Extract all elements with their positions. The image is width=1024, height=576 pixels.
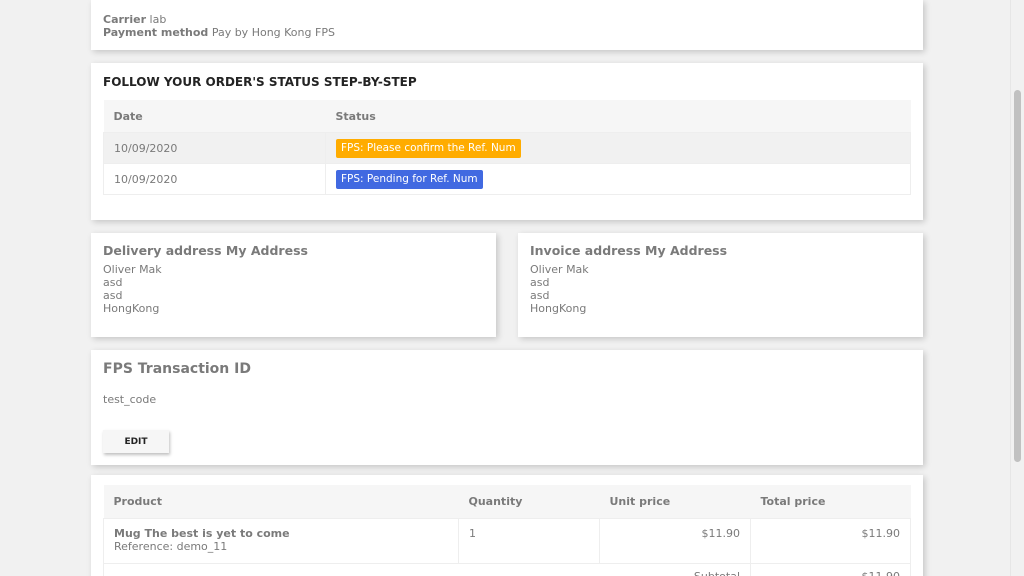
status-date: 10/09/2020 bbox=[103, 163, 326, 195]
fps-transaction-code: test_code bbox=[103, 393, 157, 406]
status-column-header: Status bbox=[325, 100, 911, 133]
order-status-title: FOLLOW YOUR ORDER'S STATUS STEP-BY-STEP bbox=[103, 75, 417, 89]
quantity-column-header: Quantity bbox=[458, 485, 600, 519]
address-line: asd bbox=[530, 276, 550, 289]
order-status-table: Date Status 10/09/2020 FPS: Please confi… bbox=[103, 100, 911, 195]
invoice-address-lines: Oliver Mak asd asd HongKong bbox=[530, 263, 589, 315]
table-row: Mug The best is yet to come Reference: d… bbox=[103, 518, 911, 564]
carrier-label: Carrier bbox=[103, 13, 147, 26]
order-status-card: FOLLOW YOUR ORDER'S STATUS STEP-BY-STEP … bbox=[91, 63, 923, 220]
total-price-cell: $11.90 bbox=[750, 518, 911, 564]
invoice-address-card: Invoice address My Address Oliver Mak as… bbox=[518, 233, 923, 337]
delivery-address-lines: Oliver Mak asd asd HongKong bbox=[103, 263, 162, 315]
status-cell: FPS: Pending for Ref. Num bbox=[325, 163, 911, 195]
address-line: asd bbox=[103, 276, 123, 289]
address-line: asd bbox=[103, 289, 123, 302]
page-scrollbar[interactable] bbox=[1010, 0, 1024, 576]
address-line: HongKong bbox=[103, 302, 160, 315]
status-cell: FPS: Please confirm the Ref. Num bbox=[325, 132, 911, 164]
delivery-address-title: Delivery address My Address bbox=[103, 243, 308, 258]
address-line: asd bbox=[530, 289, 550, 302]
quantity-cell: 1 bbox=[458, 518, 600, 564]
status-badge: FPS: Pending for Ref. Num bbox=[336, 169, 483, 189]
product-reference: Reference: demo_11 bbox=[114, 540, 228, 553]
table-header-row: Date Status bbox=[103, 100, 911, 133]
carrier-value: lab bbox=[149, 13, 167, 26]
subtotal-label: Subtotal bbox=[103, 563, 751, 576]
scrollbar-thumb[interactable] bbox=[1014, 90, 1021, 462]
table-row: 10/09/2020 FPS: Pending for Ref. Num bbox=[103, 163, 911, 195]
order-products-card: Product Quantity Unit price Total price … bbox=[91, 475, 923, 576]
products-table: Product Quantity Unit price Total price … bbox=[103, 485, 911, 576]
status-date: 10/09/2020 bbox=[103, 132, 326, 164]
carrier-row: Carrier lab bbox=[103, 13, 166, 26]
total-price-column-header: Total price bbox=[750, 485, 911, 519]
product-column-header: Product bbox=[103, 485, 459, 519]
fps-transaction-card: FPS Transaction ID test_code EDIT bbox=[91, 350, 923, 465]
edit-button[interactable]: EDIT bbox=[103, 430, 169, 453]
table-row: 10/09/2020 FPS: Please confirm the Ref. … bbox=[103, 132, 911, 164]
table-header-row: Product Quantity Unit price Total price bbox=[103, 485, 911, 519]
shipping-info-card: Carrier lab Payment method Pay by Hong K… bbox=[91, 0, 923, 50]
unit-price-column-header: Unit price bbox=[599, 485, 751, 519]
product-name: Mug The best is yet to come bbox=[114, 527, 290, 540]
subtotal-row: Subtotal $11.90 bbox=[103, 563, 911, 576]
address-line: HongKong bbox=[530, 302, 587, 315]
product-cell: Mug The best is yet to come Reference: d… bbox=[103, 518, 459, 564]
address-line: Oliver Mak bbox=[530, 263, 589, 276]
date-column-header: Date bbox=[103, 100, 326, 133]
payment-row: Payment method Pay by Hong Kong FPS bbox=[103, 26, 335, 39]
payment-label: Payment method bbox=[103, 26, 209, 39]
invoice-address-title: Invoice address My Address bbox=[530, 243, 728, 258]
unit-price-cell: $11.90 bbox=[599, 518, 751, 564]
status-badge: FPS: Please confirm the Ref. Num bbox=[336, 138, 521, 158]
address-line: Oliver Mak bbox=[103, 263, 162, 276]
payment-value: Pay by Hong Kong FPS bbox=[211, 26, 335, 39]
order-details-page: Carrier lab Payment method Pay by Hong K… bbox=[0, 0, 1024, 576]
delivery-address-card: Delivery address My Address Oliver Mak a… bbox=[91, 233, 496, 337]
subtotal-value: $11.90 bbox=[750, 563, 911, 576]
fps-transaction-title: FPS Transaction ID bbox=[103, 361, 251, 377]
